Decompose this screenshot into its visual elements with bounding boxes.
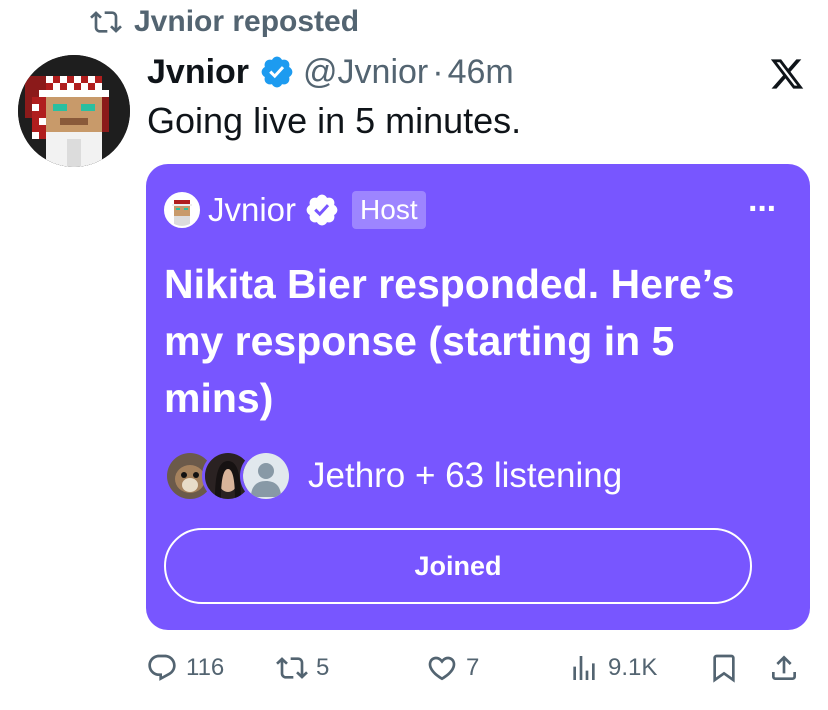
host-avatar — [164, 192, 200, 228]
views-chart-icon — [573, 656, 595, 680]
space-title: Nikita Bier responded. Here’s my respons… — [164, 261, 735, 421]
joined-button[interactable]: Joined — [164, 528, 752, 604]
separator-dot: · — [432, 52, 444, 91]
space-card[interactable]: Jvnior Host ··· Nikita Bier responded. H… — [146, 164, 810, 630]
reply-icon — [148, 654, 176, 681]
tweet-text: Going live in 5 minutes. — [147, 100, 522, 141]
bookmark-button[interactable] — [708, 646, 740, 690]
share-button[interactable] — [768, 646, 800, 690]
views-count: 9.1K — [608, 654, 658, 681]
listeners-count: Jethro + 63 listening — [308, 456, 623, 495]
tweet-timestamp[interactable]: 46m — [448, 53, 514, 92]
host-badge: Host — [352, 191, 426, 229]
more-options-icon[interactable]: ··· — [748, 192, 778, 226]
space-listeners: Jethro + 63 listening — [164, 448, 622, 504]
repost-button[interactable]: 5 — [276, 646, 329, 690]
repost-icon — [276, 657, 308, 679]
share-icon — [772, 655, 796, 680]
heart-icon — [428, 656, 456, 681]
verified-badge-icon — [306, 194, 338, 226]
reply-button[interactable]: 116 — [146, 646, 224, 690]
author-avatar[interactable] — [18, 55, 130, 167]
like-count: 7 — [466, 654, 480, 681]
like-button[interactable]: 7 — [426, 646, 479, 690]
host-name: Jvnior — [208, 191, 297, 228]
verified-badge-icon[interactable] — [259, 54, 295, 90]
author-name[interactable]: Jvnior — [147, 53, 249, 92]
author-handle[interactable]: @Jvnior — [303, 53, 428, 92]
reply-count: 116 — [186, 654, 225, 681]
repost-indicator[interactable]: Jvnior reposted — [88, 4, 359, 40]
x-logo-icon — [770, 59, 804, 89]
space-host-row: Jvnior Host — [164, 190, 426, 230]
listener-avatar — [240, 450, 292, 502]
repost-count: 5 — [316, 654, 330, 681]
repost-icon — [90, 11, 122, 33]
bookmark-icon — [713, 654, 735, 683]
tweet-actions: 116 5 7 9.1K — [146, 646, 810, 690]
repost-label: Jvnior reposted — [134, 5, 360, 38]
tweet-header: Jvnior @Jvnior · 46m — [147, 50, 514, 94]
views-button[interactable]: 9.1K — [568, 646, 657, 690]
